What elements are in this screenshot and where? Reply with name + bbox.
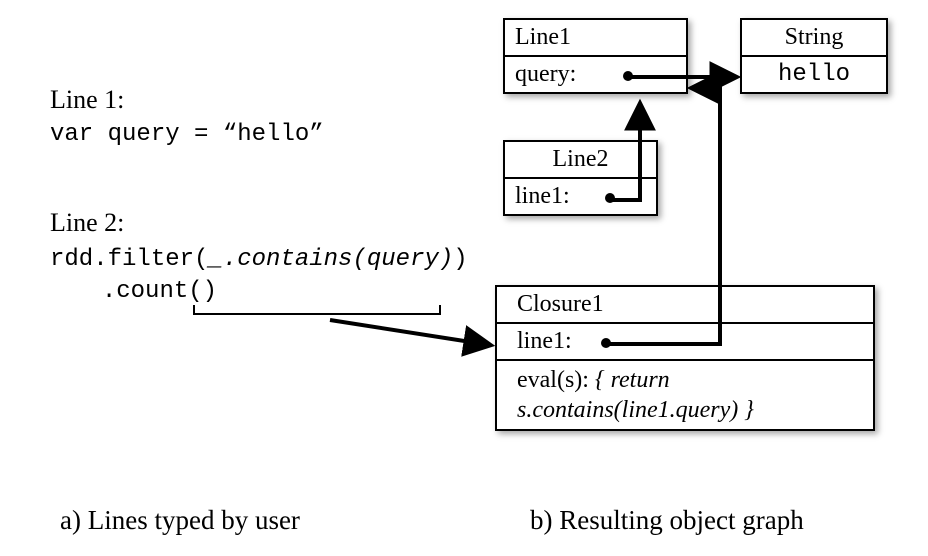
box-title: Closure1 [497, 287, 873, 324]
line2-label: Line 2: [50, 208, 450, 238]
object-box-closure: Closure1 line1: eval(s): { return s.cont… [495, 285, 875, 431]
string-literal: hello [237, 121, 309, 148]
box-title: Line2 [505, 142, 656, 179]
pointer-origin-dot [623, 71, 633, 81]
closure-underbracket [193, 305, 441, 315]
caption-a: a) Lines typed by user [60, 505, 300, 536]
arrow-closure-to-box [330, 320, 490, 345]
caption-b: b) Resulting object graph [530, 505, 804, 536]
string-value: hello [742, 57, 886, 92]
box-field-line1: line1: [497, 324, 873, 359]
eval-label: eval(s): [517, 367, 595, 393]
object-box-line1: Line1 query: [503, 18, 688, 94]
code-text: ) [453, 246, 467, 273]
field-label: line1: [517, 328, 572, 354]
eval-method: eval(s): { return s.contains(line1.query… [497, 359, 873, 429]
left-column: Line 1: var query = “hello” Line 2: rdd.… [50, 85, 450, 309]
object-box-string: String hello [740, 18, 888, 94]
field-label: line1: [515, 183, 570, 209]
close-quote: ” [309, 121, 323, 148]
box-title: Line1 [505, 20, 686, 57]
field-label: query: [515, 61, 576, 87]
pointer-origin-dot [605, 193, 615, 203]
code-text: rdd.filter( [50, 246, 208, 273]
eval-body: s.contains(line1.query) } [517, 397, 754, 423]
eval-open: { return [595, 367, 670, 393]
line1-code: var query = “hello” [50, 121, 450, 148]
closure-expr: _.contains(query) [208, 246, 453, 273]
box-field-query: query: [505, 57, 686, 92]
open-quote: “ [223, 121, 237, 148]
pointer-origin-dot [601, 338, 611, 348]
line2-code: rdd.filter(_.contains(query)) .count() [50, 244, 450, 309]
object-box-line2: Line2 line1: [503, 140, 658, 216]
box-title: String [742, 20, 886, 57]
code-text: var query = [50, 121, 223, 148]
line1-label: Line 1: [50, 85, 450, 115]
code-text: .count() [102, 278, 217, 305]
box-field-line1: line1: [505, 179, 656, 214]
